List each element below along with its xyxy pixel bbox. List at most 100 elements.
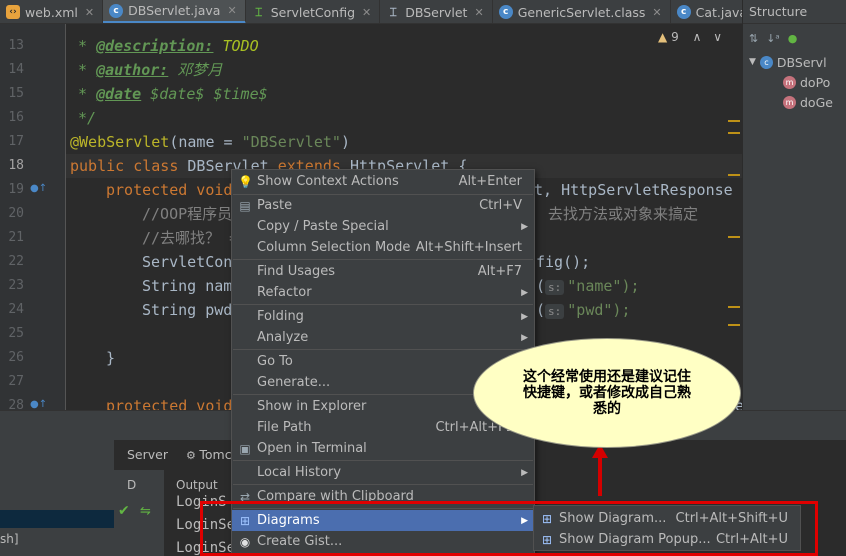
- submenu-arrow-icon: ▶: [521, 221, 528, 232]
- editor-gutter: 13 14 15 16 17 18 19 20 21 22 23 24 25 2…: [0, 24, 66, 413]
- annotation-callout: 这个经常使用还是建议记住快捷键，或者修改成自己熟悉的: [473, 338, 741, 448]
- class-icon: c: [759, 55, 773, 69]
- close-icon[interactable]: ✕: [85, 6, 94, 19]
- line-number: 23: [8, 278, 24, 293]
- error-stripe-mark[interactable]: [728, 132, 740, 134]
- tab-label: ServletConfig: [270, 4, 356, 20]
- code-line-19-tail: t, HttpServletResponse r: [534, 181, 742, 199]
- warning-count: 9: [671, 30, 679, 44]
- run-toolbar: D ✔ ⇋: [114, 470, 164, 556]
- selected-row[interactable]: [0, 510, 114, 528]
- close-icon[interactable]: ✕: [227, 4, 236, 17]
- java-class-icon: c: [676, 5, 691, 19]
- code-line-26: }: [106, 349, 116, 367]
- method-icon: m: [783, 95, 796, 109]
- error-stripe-mark[interactable]: [728, 236, 740, 238]
- tree-item-label: sh]: [0, 532, 19, 546]
- line-number: 19: [8, 182, 24, 197]
- tab-dbservlet[interactable]: ⌶ DBServlet ✕: [380, 0, 493, 23]
- tomcat-icon: ⚙: [186, 449, 200, 462]
- tab-dbservlet-java[interactable]: c DBServlet.java ✕: [103, 0, 246, 23]
- override-marker-icon[interactable]: ●↑: [30, 399, 47, 410]
- menu-item-copy-paste-special[interactable]: Copy / Paste Special ▶: [232, 216, 534, 237]
- fields-icon[interactable]: ●: [788, 32, 798, 45]
- deploy-icon[interactable]: ⇋: [140, 504, 151, 519]
- tab-cat-java[interactable]: c Cat.java ✕: [671, 0, 742, 23]
- error-stripe-mark[interactable]: [728, 306, 740, 308]
- menu-item-refactor[interactable]: Refactor ▶: [232, 282, 534, 303]
- error-stripe-mark[interactable]: [728, 174, 740, 176]
- code-line-15: * @date $date$ $time$: [78, 85, 268, 103]
- tab-label: DBServlet: [405, 4, 468, 20]
- tab-tomcat[interactable]: ⚙ Tomc: [186, 447, 232, 462]
- tab-label: DBServlet.java: [128, 3, 221, 18]
- code-line-20: //OOP程序员: [142, 205, 233, 223]
- menu-separator: [233, 484, 533, 485]
- java-class-icon: c: [109, 3, 124, 18]
- interface-icon: ⌶: [255, 4, 263, 19]
- code-line-24-tail: (s: "pwd");: [536, 301, 631, 319]
- line-number: 17: [8, 134, 24, 149]
- chevron-up-icon[interactable]: ∧: [693, 30, 702, 44]
- line-number: 21: [8, 230, 24, 245]
- menu-item-find-usages[interactable]: Find Usages Alt+F7: [232, 261, 534, 282]
- inspection-widget[interactable]: ▲ 9 ∧ ∨: [658, 30, 722, 44]
- menu-item-open-in-terminal[interactable]: ▣ Open in Terminal: [232, 438, 534, 459]
- tab-label: Tomc: [199, 447, 232, 462]
- line-number: 18: [8, 158, 24, 173]
- tab-label: GenericServlet.class: [517, 4, 646, 20]
- deployment-label: D: [127, 478, 137, 492]
- line-number: 27: [8, 374, 24, 389]
- close-icon[interactable]: ✕: [652, 6, 661, 19]
- menu-item-file-path[interactable]: File Path Ctrl+Alt+F12: [232, 417, 534, 438]
- sort-icon[interactable]: ⇅: [749, 32, 758, 45]
- structure-title: Structure: [743, 0, 846, 24]
- editor-tab-bar: ‹› web.xml ✕ c DBServlet.java ✕ ⌶ Servle…: [0, 0, 742, 24]
- code-line-14: * @author: 邓梦月: [78, 61, 223, 79]
- annotation-arrow: [598, 456, 602, 496]
- highlight-box: [200, 501, 818, 556]
- code-line-13: * @description: TODO: [78, 37, 259, 55]
- menu-item-analyze[interactable]: Analyze ▶: [232, 327, 534, 348]
- close-icon[interactable]: ✕: [362, 6, 371, 19]
- code-line-22: ServletCon: [142, 253, 233, 271]
- code-line-20-tail: 去找方法或对象来搞定: [548, 205, 699, 223]
- method-icon: m: [783, 75, 796, 89]
- structure-item-method[interactable]: m doPo: [743, 72, 846, 92]
- menu-item-folding[interactable]: Folding ▶: [232, 306, 534, 327]
- code-line-24: String pwd: [142, 301, 233, 319]
- tab-servletconfig[interactable]: ⌶ ServletConfig ✕: [246, 0, 381, 23]
- terminal-icon: ▣: [239, 441, 251, 456]
- line-number: 20: [8, 206, 24, 221]
- chevron-down-icon[interactable]: ∨: [713, 30, 722, 44]
- sort-alpha-icon[interactable]: ↓ᵃ: [766, 32, 780, 45]
- class-icon: ⌶: [389, 4, 397, 19]
- menu-separator: [233, 349, 533, 350]
- code-line-19: protected void: [106, 181, 233, 199]
- tab-server[interactable]: Server: [127, 447, 168, 462]
- submenu-arrow-icon: ▶: [521, 311, 528, 322]
- tab-web-xml[interactable]: ‹› web.xml ✕: [0, 0, 104, 23]
- check-icon: ✔: [118, 503, 130, 519]
- tab-genericservlet-class[interactable]: c GenericServlet.class ✕: [493, 0, 671, 23]
- error-stripe-mark[interactable]: [728, 324, 740, 326]
- menu-item-local-history[interactable]: Local History ▶: [232, 462, 534, 483]
- error-stripe-mark[interactable]: [728, 120, 740, 122]
- close-icon[interactable]: ✕: [474, 6, 483, 19]
- structure-item-label: doGe: [800, 94, 833, 110]
- structure-item-label: DBServl: [776, 54, 827, 70]
- menu-separator: [233, 460, 533, 461]
- submenu-arrow-icon: ▶: [521, 467, 528, 478]
- menu-item-column-selection-mode[interactable]: Column Selection Mode Alt+Shift+Insert: [232, 237, 534, 258]
- code-line-16: */: [78, 109, 97, 127]
- structure-item-method[interactable]: m doGe: [743, 92, 846, 112]
- menu-item-paste[interactable]: ▤ Paste Ctrl+V: [232, 195, 534, 216]
- structure-item-class[interactable]: ▼ c DBServl: [743, 52, 846, 72]
- line-number: 13: [8, 38, 24, 53]
- warning-icon: ▲: [658, 30, 668, 44]
- editor-context-menu: 💡 Show Context Actions Alt+Enter ▤ Paste…: [231, 169, 535, 555]
- code-line-28: protected void: [106, 397, 233, 410]
- override-marker-icon[interactable]: ●↑: [30, 183, 47, 194]
- menu-separator: [233, 259, 533, 260]
- menu-item-show-context-actions[interactable]: 💡 Show Context Actions Alt+Enter: [232, 171, 534, 192]
